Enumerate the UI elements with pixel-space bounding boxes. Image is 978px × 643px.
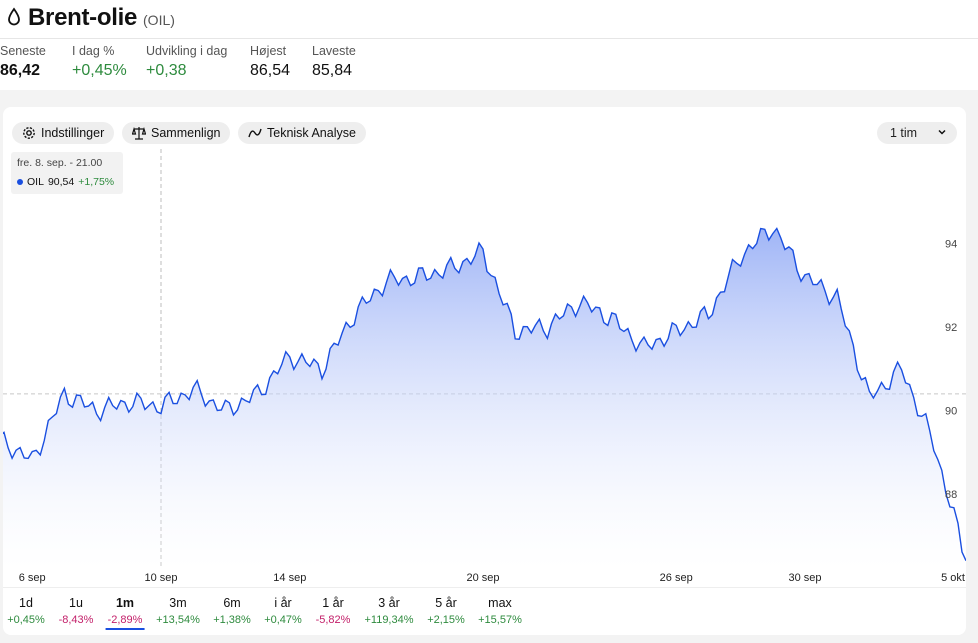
x-tick-label: 10 sep	[144, 572, 177, 584]
range-1d[interactable]: 1d +0,45%	[7, 596, 45, 626]
range-change: +119,34%	[364, 614, 414, 626]
range-label: 5 år	[435, 596, 457, 610]
title-row: Brent-olie (OIL)	[6, 4, 175, 32]
stat-label: Højest	[250, 44, 287, 58]
range-label: 6m	[223, 596, 241, 610]
y-tick-label: 92	[945, 322, 957, 334]
series-dot	[17, 179, 23, 185]
range-1u[interactable]: 1u -8,43%	[59, 596, 94, 626]
oil-drop-icon	[8, 7, 20, 26]
stat-today-pct: I dag % +0,45%	[72, 44, 127, 80]
tooltip-symbol: OIL	[27, 176, 44, 188]
range-change: +0,45%	[7, 614, 45, 626]
range-change: +1,38%	[213, 614, 251, 626]
stat-label: Laveste	[312, 44, 356, 58]
x-tick-label: 26 sep	[660, 572, 693, 584]
stat-value: +0,45%	[72, 62, 127, 79]
stat-low: Laveste 85,84	[312, 44, 356, 80]
page-title: Brent-olie	[28, 4, 138, 31]
range-6m[interactable]: 6m +1,38%	[213, 596, 251, 626]
tooltip-row: OIL 90,54 +1,75%	[17, 176, 117, 188]
range-3m[interactable]: 3m +13,54%	[156, 596, 200, 626]
range-5y[interactable]: 5 år +2,15%	[427, 596, 465, 626]
stat-value: 86,42	[0, 62, 41, 79]
range-change: -5,82%	[315, 614, 351, 626]
chart-card: 94 92 90 88 6 sep 10 sep 14 sep 20 sep 26 sep 30…	[3, 107, 966, 635]
range-ytd[interactable]: i år +0,47%	[264, 596, 302, 626]
stat-label: Seneste	[0, 44, 46, 58]
stat-label: I dag %	[72, 44, 115, 58]
range-change: +13,54%	[156, 614, 200, 626]
tooltip-datetime: fre. 8. sep. - 21.00	[17, 157, 103, 169]
range-1m[interactable]: 1m -2,89%	[105, 596, 145, 630]
range-label: 3m	[169, 596, 187, 610]
range-label: 1d	[19, 596, 33, 610]
x-tick-label: 5 okt	[941, 572, 965, 584]
y-tick-label: 88	[945, 489, 957, 501]
range-label: i år	[274, 596, 292, 610]
range-label: 1m	[115, 596, 135, 610]
range-label: 3 år	[378, 596, 400, 610]
ticker-symbol: (OIL)	[143, 12, 175, 28]
interval-value: 1 tim	[890, 126, 918, 140]
interval-select[interactable]: 1 tim	[877, 122, 957, 144]
range-change: -8,43%	[58, 614, 94, 626]
x-tick-label: 6 sep	[19, 572, 46, 584]
technical-label: Teknisk Analyse	[267, 126, 356, 140]
settings-button[interactable]: Indstillinger	[12, 122, 115, 144]
trend-line-icon	[248, 128, 262, 138]
quote-header: Brent-olie (OIL) Seneste 86,42 I dag % +…	[0, 0, 978, 90]
stat-value: 86,54	[250, 62, 291, 79]
stat-latest: Seneste 86,42	[0, 44, 46, 80]
tooltip-change: +1,75%	[78, 176, 115, 188]
scale-icon	[132, 126, 146, 140]
x-tick-label: 30 sep	[788, 572, 821, 584]
range-change: +2,15%	[427, 614, 465, 626]
range-change: +0,47%	[264, 614, 302, 626]
x-tick-label: 20 sep	[466, 572, 499, 584]
range-max[interactable]: max +15,57%	[478, 596, 522, 626]
stat-label: Udvikling i dag	[146, 44, 228, 58]
range-label: max	[488, 596, 512, 610]
settings-label: Indstillinger	[41, 126, 105, 140]
range-label: 1u	[69, 596, 83, 610]
technical-analysis-button[interactable]: Teknisk Analyse	[238, 122, 366, 144]
y-tick-label: 90	[945, 406, 957, 418]
stat-value: 85,84	[312, 62, 353, 79]
header-divider	[0, 38, 978, 39]
y-tick-label: 94	[945, 239, 957, 251]
range-3y[interactable]: 3 år +119,34%	[364, 596, 413, 626]
range-change: -2,89%	[107, 614, 143, 626]
chevron-down-icon	[938, 129, 946, 135]
stat-today-change: Udvikling i dag +0,38	[146, 44, 227, 80]
range-selector: 1d +0,45% 1u -8,43% 1m -2,89% 3m +13,54% 6m +…	[3, 587, 966, 635]
compare-label: Sammenlign	[151, 126, 221, 140]
stat-high: Højest 86,54	[250, 44, 290, 80]
x-tick-label: 14 sep	[273, 572, 306, 584]
price-chart[interactable]: 94 92 90 88 6 sep 10 sep 14 sep 20 sep 26 sep 30…	[3, 107, 966, 587]
gear-icon	[23, 127, 35, 139]
chart-tooltip: fre. 8. sep. - 21.00 OIL 90,54 +1,75%	[11, 152, 123, 194]
stat-value: +0,38	[146, 62, 187, 79]
compare-button[interactable]: Sammenlign	[122, 122, 231, 144]
range-1y[interactable]: 1 år -5,82%	[316, 596, 351, 626]
tooltip-price: 90,54	[47, 176, 75, 188]
range-change: +15,57%	[478, 614, 522, 626]
range-label: 1 år	[322, 596, 344, 610]
